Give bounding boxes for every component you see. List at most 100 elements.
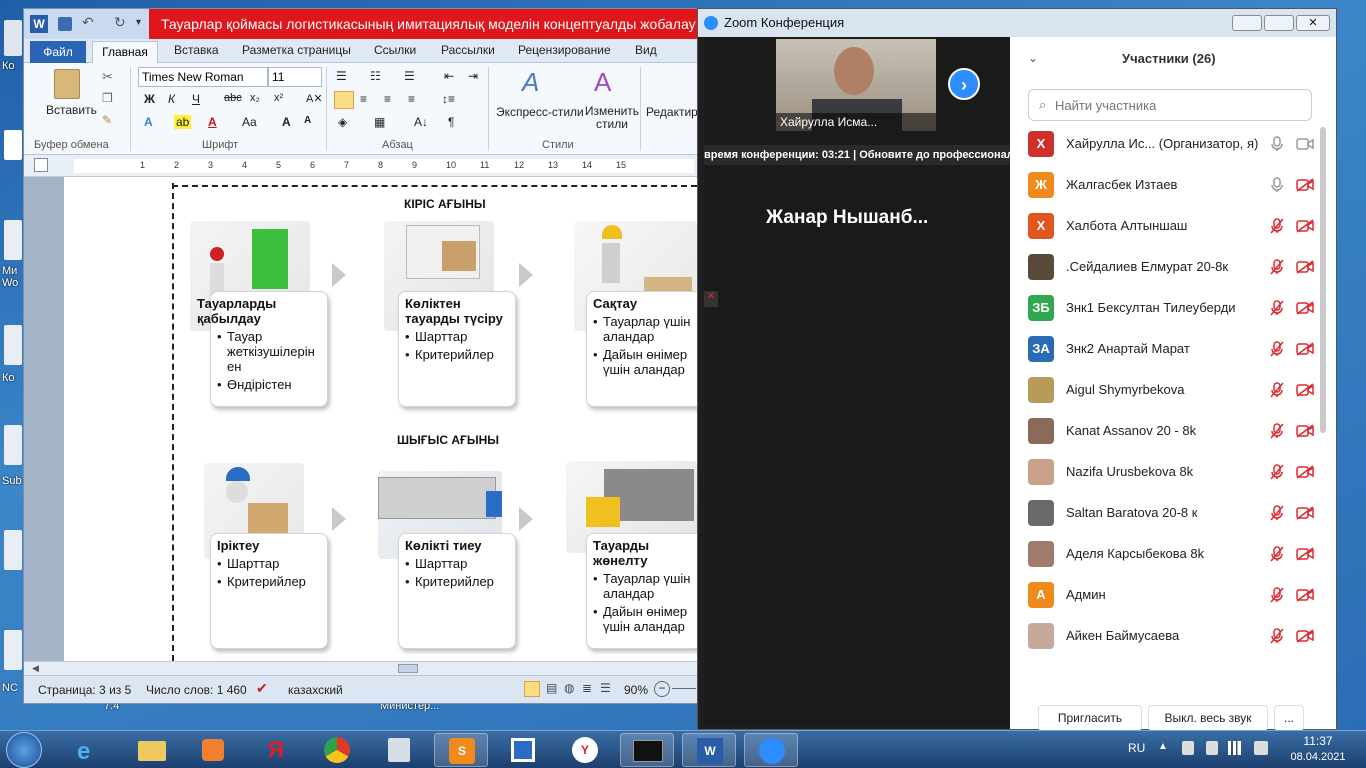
tab-insert[interactable]: Вставка [174,43,219,57]
numbering-icon[interactable]: ☷ [370,69,381,83]
taskbar-zoom-icon[interactable] [744,733,798,767]
mic-muted-icon[interactable] [1270,341,1284,357]
mute-all-button[interactable]: Выкл. весь звук [1148,705,1268,731]
web-layout-icon[interactable]: ◍ [564,681,574,695]
participant-row[interactable]: Aigul Shymyrbekova [1028,373,1318,407]
desktop-word-icon[interactable] [4,530,22,570]
desktop-icon-label[interactable]: Sub [2,475,22,487]
strikethrough-button[interactable]: abc [224,92,242,104]
cut-icon[interactable]: ✂ [102,69,113,85]
camera-off-icon[interactable] [1296,260,1314,274]
camera-off-icon[interactable] [1296,588,1314,602]
tab-view[interactable]: Вид [635,43,657,57]
list-scrollbar[interactable] [1320,127,1326,433]
text-effects-icon[interactable]: A [144,115,153,129]
align-center-icon[interactable]: ≡ [360,92,367,106]
participant-row[interactable]: Х Хайрулла Ис... (Организатор, я) [1028,127,1318,161]
participant-row[interactable]: Ж Жалгасбек Изтаев [1028,168,1318,202]
bold-button[interactable]: Ж [144,92,155,106]
participant-row[interactable]: Аделя Карсыбекова 8k [1028,537,1318,571]
document-page[interactable]: КІРІС АҒЫНЫ ШЫҒЫС АҒЫНЫ Тауарларды қабыл… [64,177,697,661]
quick-styles-button[interactable]: Экспресс-стили [496,105,584,119]
paste-button[interactable]: Вставить [46,103,97,117]
desktop-word-icon[interactable] [4,425,22,465]
language-status[interactable]: казахский [288,683,343,697]
mic-muted-icon[interactable] [1270,218,1284,234]
show-marks-icon[interactable]: ¶ [448,115,454,129]
font-color-icon[interactable]: A [208,115,217,129]
camera-off-icon[interactable] [1296,629,1314,643]
print-layout-button[interactable] [524,681,540,697]
mic-muted-icon[interactable] [1270,423,1284,439]
mic-muted-icon[interactable] [1270,259,1284,275]
highlight-icon[interactable]: ab [174,115,192,129]
taskbar-cmd-icon[interactable] [620,733,674,767]
zoom-out-button[interactable]: − [654,681,670,697]
mic-muted-icon[interactable] [1270,382,1284,398]
participant-row[interactable]: А Админ [1028,578,1318,612]
maximize-button[interactable] [1264,15,1294,31]
taskbar-sublime-icon[interactable]: S [434,733,488,767]
align-right-icon[interactable]: ≡ [384,92,391,106]
tab-references[interactable]: Ссылки [374,43,416,57]
clock-time[interactable]: 11:37 [1296,734,1340,748]
increase-indent-icon[interactable]: ⇥ [468,69,478,83]
desktop-icon-label[interactable]: Ми Wo [2,265,18,289]
mic-muted-icon[interactable] [1270,628,1284,644]
camera-off-icon[interactable] [1296,506,1314,520]
scroll-left-icon[interactable]: ◀ [32,663,39,674]
start-button[interactable] [6,732,42,768]
change-case-icon[interactable]: Aa [242,115,257,129]
taskbar-yandex-icon[interactable]: Y [558,733,612,767]
minimize-button[interactable] [1232,15,1262,31]
word-app-icon[interactable]: W [30,15,48,33]
italic-button[interactable]: К [168,92,175,106]
desktop-icon-label[interactable]: Ко [2,372,15,384]
camera-off-icon[interactable] [1296,424,1314,438]
next-page-icon[interactable]: › [948,68,980,100]
tab-mailings[interactable]: Рассылки [441,43,495,57]
tab-home[interactable]: Главная [92,41,158,63]
scrollbar-thumb[interactable] [398,664,418,673]
participant-row[interactable]: Айкен Баймусаева [1028,619,1318,653]
desktop-word-icon[interactable] [4,325,22,365]
taskbar-media-icon[interactable] [186,733,240,767]
page-count[interactable]: Страница: 3 из 5 [38,683,131,697]
subscript-button[interactable]: x₂ [250,92,260,104]
word-count[interactable]: Число слов: 1 460 [146,683,247,697]
more-button[interactable]: ... [1274,705,1304,731]
close-button[interactable]: ✕ [1296,15,1330,31]
redo-icon[interactable]: ↻ [114,14,126,31]
multilevel-list-icon[interactable]: ☰ [404,69,415,83]
taskbar-chrome-icon[interactable] [310,733,364,767]
camera-off-icon[interactable] [1296,465,1314,479]
clock-date[interactable]: 08.04.2021 [1284,751,1352,763]
font-name-select[interactable]: Times New Roman [138,67,268,87]
tab-file[interactable]: Файл [30,41,86,63]
desktop-file-icon[interactable] [4,20,22,56]
justify-icon[interactable]: ≡ [408,92,415,106]
mic-icon[interactable] [1270,136,1284,152]
participant-row[interactable]: ЗБ Знк1 Бексултан Тилеуберди [1028,291,1318,325]
change-styles-button[interactable]: Изменить стили [584,105,640,131]
underline-button[interactable]: Ч [192,92,200,106]
desktop-word-icon[interactable] [4,630,22,670]
desktop-word-icon[interactable] [4,220,22,260]
shrink-font-icon[interactable]: A [304,115,311,126]
participant-search[interactable]: ⌕ [1028,89,1312,121]
taskbar-word-icon[interactable]: W [682,733,736,767]
tab-review[interactable]: Рецензирование [518,43,611,57]
taskbar-calculator-icon[interactable] [372,733,426,767]
mic-muted-icon[interactable] [1270,505,1284,521]
change-styles-icon[interactable]: A [594,67,611,98]
search-input[interactable] [1055,96,1305,114]
camera-off-icon[interactable] [1296,383,1314,397]
quick-access-dropdown-icon[interactable]: ▾ [136,17,141,28]
superscript-button[interactable]: x² [274,92,283,104]
line-spacing-icon[interactable]: ↕≡ [442,92,455,106]
horizontal-scrollbar[interactable]: ◀ [24,661,697,675]
tab-selector-icon[interactable] [34,158,48,172]
camera-off-icon[interactable] [1296,219,1314,233]
borders-icon[interactable]: ▦ [374,115,385,129]
mic-muted-icon[interactable] [1270,300,1284,316]
